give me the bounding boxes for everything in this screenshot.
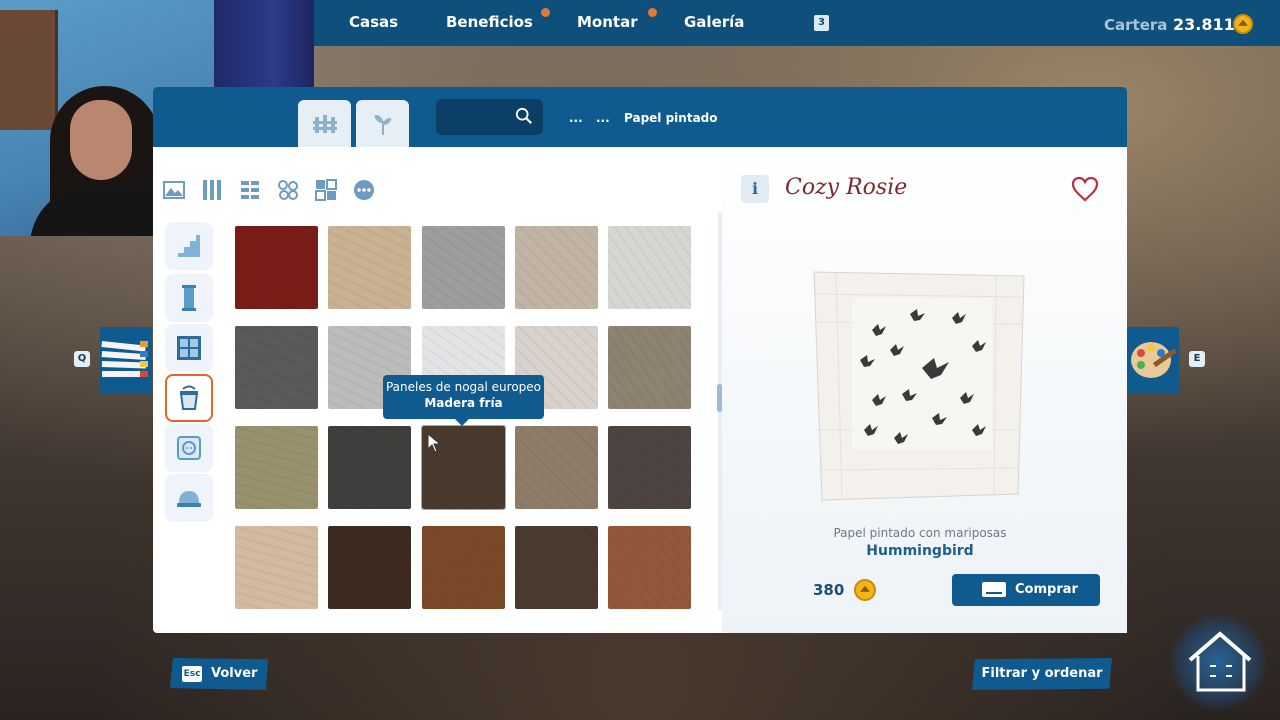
- wallet-value: 23.811: [1173, 15, 1235, 34]
- product-swatch[interactable]: [235, 326, 318, 409]
- home-button[interactable]: [1168, 612, 1268, 712]
- hard-hat-icon: [177, 491, 201, 507]
- product-subtitle: Papel pintado con mariposas: [833, 526, 1007, 540]
- column-icon: [182, 285, 196, 311]
- product-swatch[interactable]: [235, 226, 318, 309]
- panel-header: ... ... Papel pintado: [153, 87, 1127, 147]
- nav-casas[interactable]: Casas: [349, 13, 398, 31]
- product-name: Hummingbird: [866, 543, 974, 559]
- stairs-icon: [178, 235, 200, 257]
- subcategory-landscape[interactable]: [160, 176, 188, 204]
- left-tool-button[interactable]: [100, 327, 152, 393]
- wallpaper-preview-image: [813, 271, 1025, 501]
- subcategory-vertical-planks[interactable]: [198, 176, 226, 204]
- key-hint-q: Q: [74, 351, 90, 367]
- paint-swatches-icon: [101, 341, 148, 377]
- subcategory-mosaic[interactable]: [312, 176, 340, 204]
- mouse-cursor-icon: [427, 433, 441, 453]
- back-button-label: Volver: [211, 666, 258, 681]
- vertical-planks-icon: [203, 180, 221, 200]
- tab-fences[interactable]: [298, 100, 351, 147]
- breadcrumb-item[interactable]: ...: [596, 111, 610, 125]
- house-icon: [1188, 631, 1252, 692]
- landscape-icon: [163, 181, 185, 199]
- sidebar-item-outlets[interactable]: [165, 424, 213, 472]
- paint-palette-icon: [1131, 342, 1178, 378]
- window-icon: [177, 336, 201, 360]
- info-button[interactable]: i: [741, 175, 769, 203]
- key-hint-e: E: [1189, 351, 1205, 367]
- notification-dot: [648, 8, 657, 17]
- breadcrumb-item[interactable]: ...: [569, 111, 583, 125]
- coin-icon: [1233, 14, 1253, 34]
- sidebar-item-stairs[interactable]: [165, 222, 213, 270]
- wallet-label: Cartera: [1104, 16, 1168, 34]
- product-swatch[interactable]: [608, 526, 692, 609]
- tab-plants[interactable]: [356, 100, 409, 147]
- subcategory-stone[interactable]: [274, 176, 302, 204]
- notification-count-badge[interactable]: 3: [814, 15, 829, 31]
- nav-galeria[interactable]: Galería: [684, 13, 744, 31]
- notification-dot: [541, 8, 550, 17]
- more-icon: [354, 180, 374, 200]
- sidebar-item-paint[interactable]: [165, 374, 213, 422]
- outlet-icon: [177, 436, 201, 460]
- subcategory-more[interactable]: [350, 176, 378, 204]
- brand-logo: Cozy Rosie: [785, 175, 908, 200]
- nav-beneficios[interactable]: Beneficios: [446, 13, 533, 31]
- product-swatch[interactable]: [235, 526, 318, 609]
- search-icon[interactable]: [515, 107, 533, 125]
- tiles-icon: [241, 181, 259, 199]
- back-button[interactable]: Esc Volver: [170, 658, 268, 690]
- favorite-heart-icon[interactable]: [1071, 176, 1099, 202]
- right-tool-button[interactable]: [1127, 327, 1179, 393]
- mosaic-icon: [315, 179, 337, 201]
- buy-button-label: Comprar: [1015, 582, 1078, 597]
- plant-icon: [374, 114, 391, 135]
- product-swatch[interactable]: [514, 226, 598, 309]
- product-price: 380: [813, 581, 845, 599]
- product-swatch[interactable]: [235, 426, 318, 509]
- tooltip-product-name: Paneles de nogal europeo: [385, 380, 542, 394]
- product-swatch[interactable]: [328, 226, 412, 309]
- product-swatch[interactable]: [328, 426, 412, 509]
- search-input[interactable]: [436, 99, 543, 135]
- paint-bucket-icon: [179, 385, 199, 410]
- esc-key-icon: Esc: [182, 666, 202, 682]
- product-swatch[interactable]: [328, 526, 412, 609]
- product-swatch[interactable]: [421, 226, 505, 309]
- stone-pattern-icon: [278, 180, 298, 200]
- coin-icon: [854, 579, 876, 601]
- product-swatch[interactable]: [608, 226, 692, 309]
- product-swatch[interactable]: [421, 526, 505, 609]
- subcategory-tiles[interactable]: [236, 176, 264, 204]
- product-swatch[interactable]: [608, 426, 692, 509]
- sidebar-item-windows[interactable]: [165, 324, 213, 372]
- tooltip-product-style: Madera fría: [424, 396, 503, 410]
- fence-icon: [312, 114, 337, 133]
- buy-button[interactable]: Comprar: [952, 574, 1100, 606]
- product-swatch[interactable]: [514, 426, 598, 509]
- sidebar-item-columns[interactable]: [165, 274, 213, 322]
- sidebar-item-construction[interactable]: [165, 474, 213, 522]
- breadcrumb-current: Papel pintado: [624, 111, 718, 125]
- cart-icon: [982, 582, 1006, 597]
- product-tooltip: Paneles de nogal europeo Madera fría: [383, 375, 544, 426]
- nav-montar[interactable]: Montar: [577, 13, 638, 31]
- product-swatch[interactable]: [514, 526, 598, 609]
- filter-sort-button[interactable]: Filtrar y ordenar: [972, 658, 1112, 690]
- product-swatch[interactable]: [608, 326, 692, 409]
- subcategory-bar: [160, 174, 378, 206]
